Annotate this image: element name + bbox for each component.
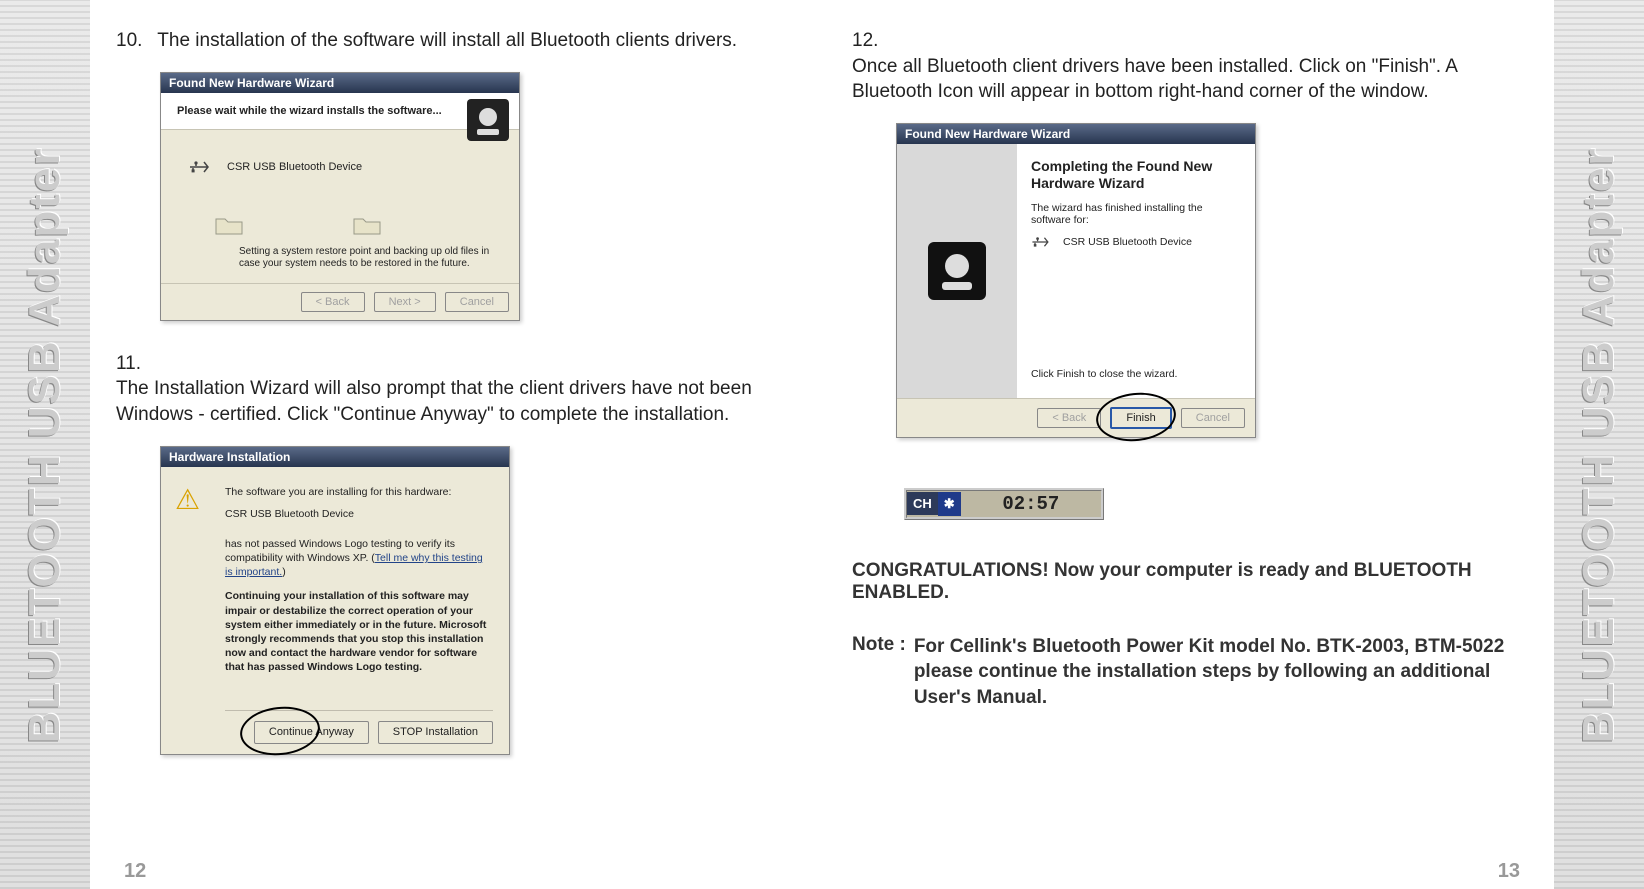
hdlg-device: CSR USB Bluetooth Device [225, 507, 493, 521]
wizard-device-icon [467, 99, 509, 141]
hdlg-line2-end: ) [282, 566, 286, 578]
step-10: 10. The installation of the software wil… [116, 28, 792, 54]
cdlg-titlebar: Found New Hardware Wizard [897, 124, 1255, 144]
stop-installation-button[interactable]: STOP Installation [378, 721, 493, 744]
dlg-heading-text: Please wait while the wizard installs th… [177, 105, 442, 117]
cdlg-footer: < Back Finish Cancel [897, 398, 1255, 437]
page-12: 10. The installation of the software wil… [116, 28, 792, 889]
cdlg-split: Completing the Found New Hardware Wizard… [897, 144, 1255, 398]
hdlg-line1: The software you are installing for this… [225, 485, 493, 499]
cdlg-devline: CSR USB Bluetooth Device [1031, 236, 1241, 248]
step-11-num: 11. [116, 351, 152, 377]
warning-icon: ⚠ [175, 481, 200, 519]
dlg-heading: Please wait while the wizard installs th… [161, 93, 519, 130]
hdlg-body: ⚠ The software you are installing for th… [161, 467, 509, 755]
congrats-text: CONGRATULATIONS! Now your computer is re… [852, 560, 1528, 604]
side-deco-right: BLUETOOTH USB Adapter [1554, 0, 1644, 889]
continue-anyway-button[interactable]: Continue Anyway [254, 721, 369, 744]
cdlg-right: Completing the Found New Hardware Wizard… [1017, 144, 1255, 398]
note-label: Note : [852, 634, 906, 711]
back-button[interactable]: < Back [301, 292, 365, 312]
cdlg-heading: Completing the Found New Hardware Wizard [1031, 158, 1241, 192]
cancel-button[interactable]: Cancel [445, 292, 509, 312]
dlg-completing-wizard: Found New Hardware Wizard Completing the… [896, 123, 1256, 438]
next-button[interactable]: Next > [374, 292, 436, 312]
note-text: For Cellink's Bluetooth Power Kit model … [914, 634, 1528, 711]
hdlg-buttons: Continue Anyway STOP Installation [225, 721, 493, 744]
dlg-found-new-hardware: Found New Hardware Wizard Please wait wh… [160, 72, 520, 321]
side-label-left: BLUETOOTH USB Adapter [20, 146, 70, 743]
step-12-num: 12. [852, 28, 888, 54]
cdlg-device: CSR USB Bluetooth Device [1063, 236, 1192, 248]
dlg-device-name: CSR USB Bluetooth Device [227, 161, 362, 173]
note-block: Note : For Cellink's Bluetooth Power Kit… [852, 634, 1528, 711]
hdlg-titlebar: Hardware Installation [161, 447, 509, 467]
cdlg-closing: Click Finish to close the wizard. [1031, 368, 1241, 380]
hdlg-line2-wrap: has not passed Windows Logo testing to v… [225, 537, 493, 580]
hdlg-rule [225, 710, 493, 711]
continue-anyway-circle: Continue Anyway [248, 721, 369, 744]
dlg-device-row: CSR USB Bluetooth Device [189, 160, 491, 174]
step-11: 11. The Installation Wizard will also pr… [116, 351, 792, 428]
folder-icon [353, 214, 381, 236]
bluetooth-tray-icon[interactable]: ✱ [938, 492, 961, 516]
language-indicator[interactable]: CH [907, 492, 938, 515]
system-tray: CH ✱ 02:57 [904, 488, 1104, 520]
step-11-text: The Installation Wizard will also prompt… [116, 376, 752, 427]
cdlg-banner [897, 144, 1017, 398]
page-number-13: 13 [1498, 860, 1520, 883]
cdlg-sub: The wizard has finished installing the s… [1031, 202, 1241, 226]
dlg-hardware-installation: Hardware Installation ⚠ The software you… [160, 446, 510, 756]
wizard-banner-icon [928, 242, 986, 300]
page-13: 12. Once all Bluetooth client drivers ha… [852, 28, 1528, 889]
folder-icon [215, 214, 243, 236]
side-label-right: BLUETOOTH USB Adapter [1574, 146, 1624, 743]
side-deco-left: BLUETOOTH USB Adapter [0, 0, 90, 889]
dlg-footer: < Back Next > Cancel [161, 283, 519, 320]
page-spread: 10. The installation of the software wil… [90, 0, 1554, 889]
figure-install-wizard: Found New Hardware Wizard Please wait wh… [160, 72, 520, 321]
tray-clock: 02:57 [961, 491, 1101, 517]
hdlg-bold-warning: Continuing your installation of this sof… [225, 589, 493, 674]
step-12-text: Once all Bluetooth client drivers have b… [852, 54, 1488, 105]
usb-icon [189, 160, 211, 174]
step-10-text: The installation of the software will in… [157, 28, 737, 54]
dlg-titlebar: Found New Hardware Wizard [161, 73, 519, 93]
finish-circle: Finish [1104, 407, 1171, 429]
finish-button[interactable]: Finish [1110, 407, 1171, 429]
figure-completing-wizard: Found New Hardware Wizard Completing the… [896, 123, 1266, 438]
step-12: 12. Once all Bluetooth client drivers ha… [852, 28, 1528, 105]
cancel-button[interactable]: Cancel [1181, 408, 1245, 428]
usb-icon [1031, 236, 1051, 248]
dlg-body: CSR USB Bluetooth Device Setting a syste… [161, 130, 519, 283]
dlg-subtext: Setting a system restore point and backi… [239, 246, 491, 271]
back-button[interactable]: < Back [1037, 408, 1101, 428]
step-10-num: 10. [116, 28, 152, 54]
page-number-12: 12 [124, 860, 146, 883]
dlg-folder-icons [215, 214, 491, 236]
figure-hardware-installation: Hardware Installation ⚠ The software you… [160, 446, 520, 756]
